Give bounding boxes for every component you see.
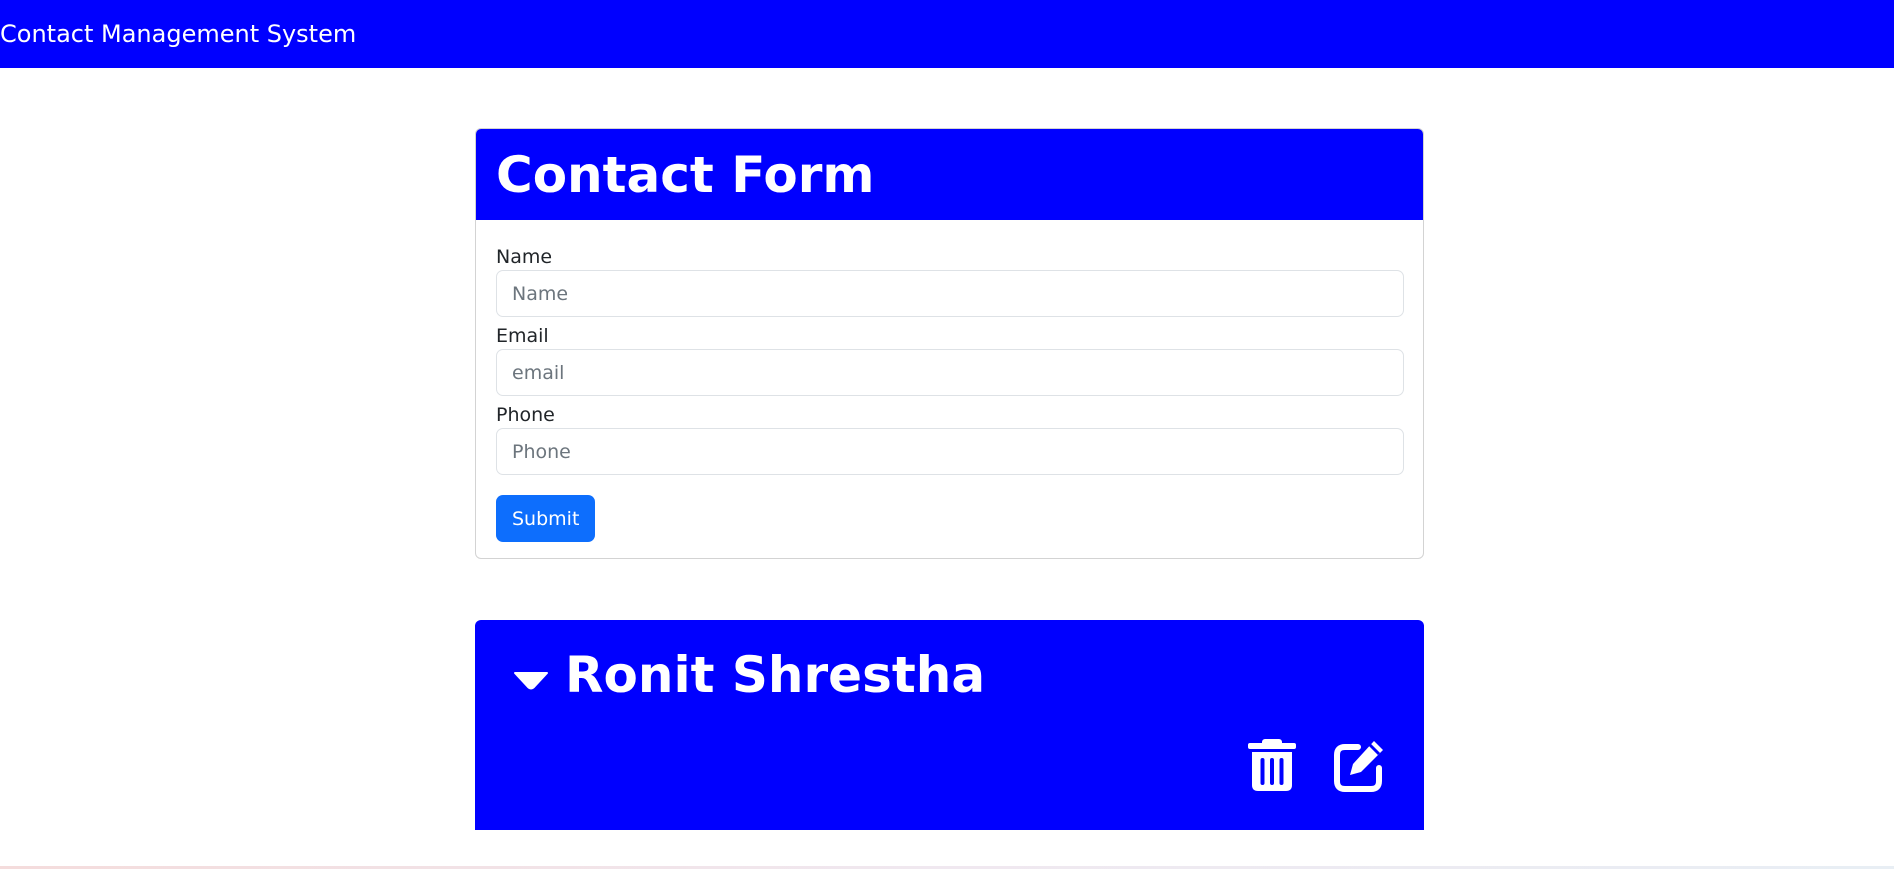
contact-form-header: Contact Form: [476, 129, 1423, 220]
submit-button[interactable]: Submit: [496, 495, 596, 542]
trash-icon[interactable]: [1246, 738, 1298, 792]
phone-input[interactable]: [496, 428, 1404, 475]
navbar: Contact Management System: [0, 0, 1894, 68]
email-input[interactable]: [496, 349, 1404, 396]
contact-form-card: Contact Form Name Email Phone Submit: [475, 128, 1424, 559]
contact-form-title: Contact Form: [496, 145, 875, 204]
contact-card: Ronit Shrestha: [475, 620, 1424, 830]
edit-icon[interactable]: [1334, 738, 1386, 792]
contact-card-header: Ronit Shrestha: [513, 650, 985, 700]
email-label: Email: [496, 325, 549, 347]
name-input[interactable]: [496, 270, 1404, 317]
contact-actions: [1246, 738, 1386, 792]
app-brand[interactable]: Contact Management System: [0, 20, 356, 48]
contact-form-body: Name Email Phone Submit: [476, 220, 1423, 542]
name-label: Name: [496, 246, 553, 268]
contact-name: Ronit Shrestha: [565, 646, 986, 704]
phone-label: Phone: [496, 404, 555, 426]
caret-down-icon[interactable]: [513, 663, 549, 699]
